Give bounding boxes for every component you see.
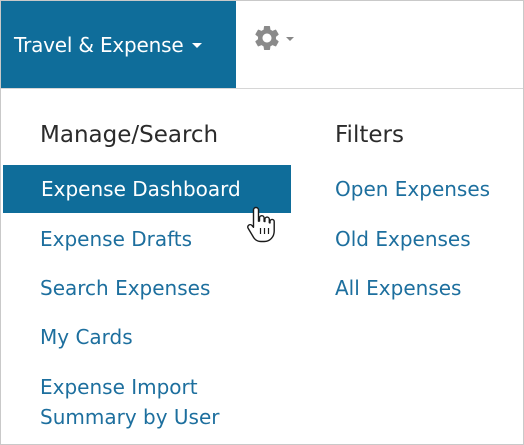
gear-icon — [255, 25, 279, 50]
column-heading-manage-search: Manage/Search — [40, 122, 219, 148]
menu-item-open-expenses[interactable]: Open Expenses — [335, 175, 490, 203]
menu-item-expense-drafts[interactable]: Expense Drafts — [40, 225, 192, 253]
menu-item-all-expenses[interactable]: All Expenses — [335, 274, 461, 302]
chevron-down-icon — [286, 37, 294, 41]
menu-item-my-cards[interactable]: My Cards — [40, 323, 133, 351]
travel-expense-menu-label: Travel & Expense — [14, 32, 184, 57]
settings-menu-button[interactable] — [252, 23, 312, 53]
menu-item-search-expenses[interactable]: Search Expenses — [40, 274, 210, 302]
top-navigation-bar: Travel & Expense — [1, 1, 523, 89]
menu-item-expense-import-summary[interactable]: Expense Import Summary by User — [40, 372, 270, 432]
column-heading-filters: Filters — [335, 122, 404, 148]
chevron-down-icon — [192, 43, 203, 48]
travel-expense-menu-button[interactable]: Travel & Expense — [1, 1, 236, 88]
app-window: Travel & Expense Manage/Search Expense D… — [0, 0, 524, 445]
menu-item-expense-dashboard[interactable]: Expense Dashboard — [3, 165, 291, 213]
menu-item-old-expenses[interactable]: Old Expenses — [335, 225, 471, 253]
